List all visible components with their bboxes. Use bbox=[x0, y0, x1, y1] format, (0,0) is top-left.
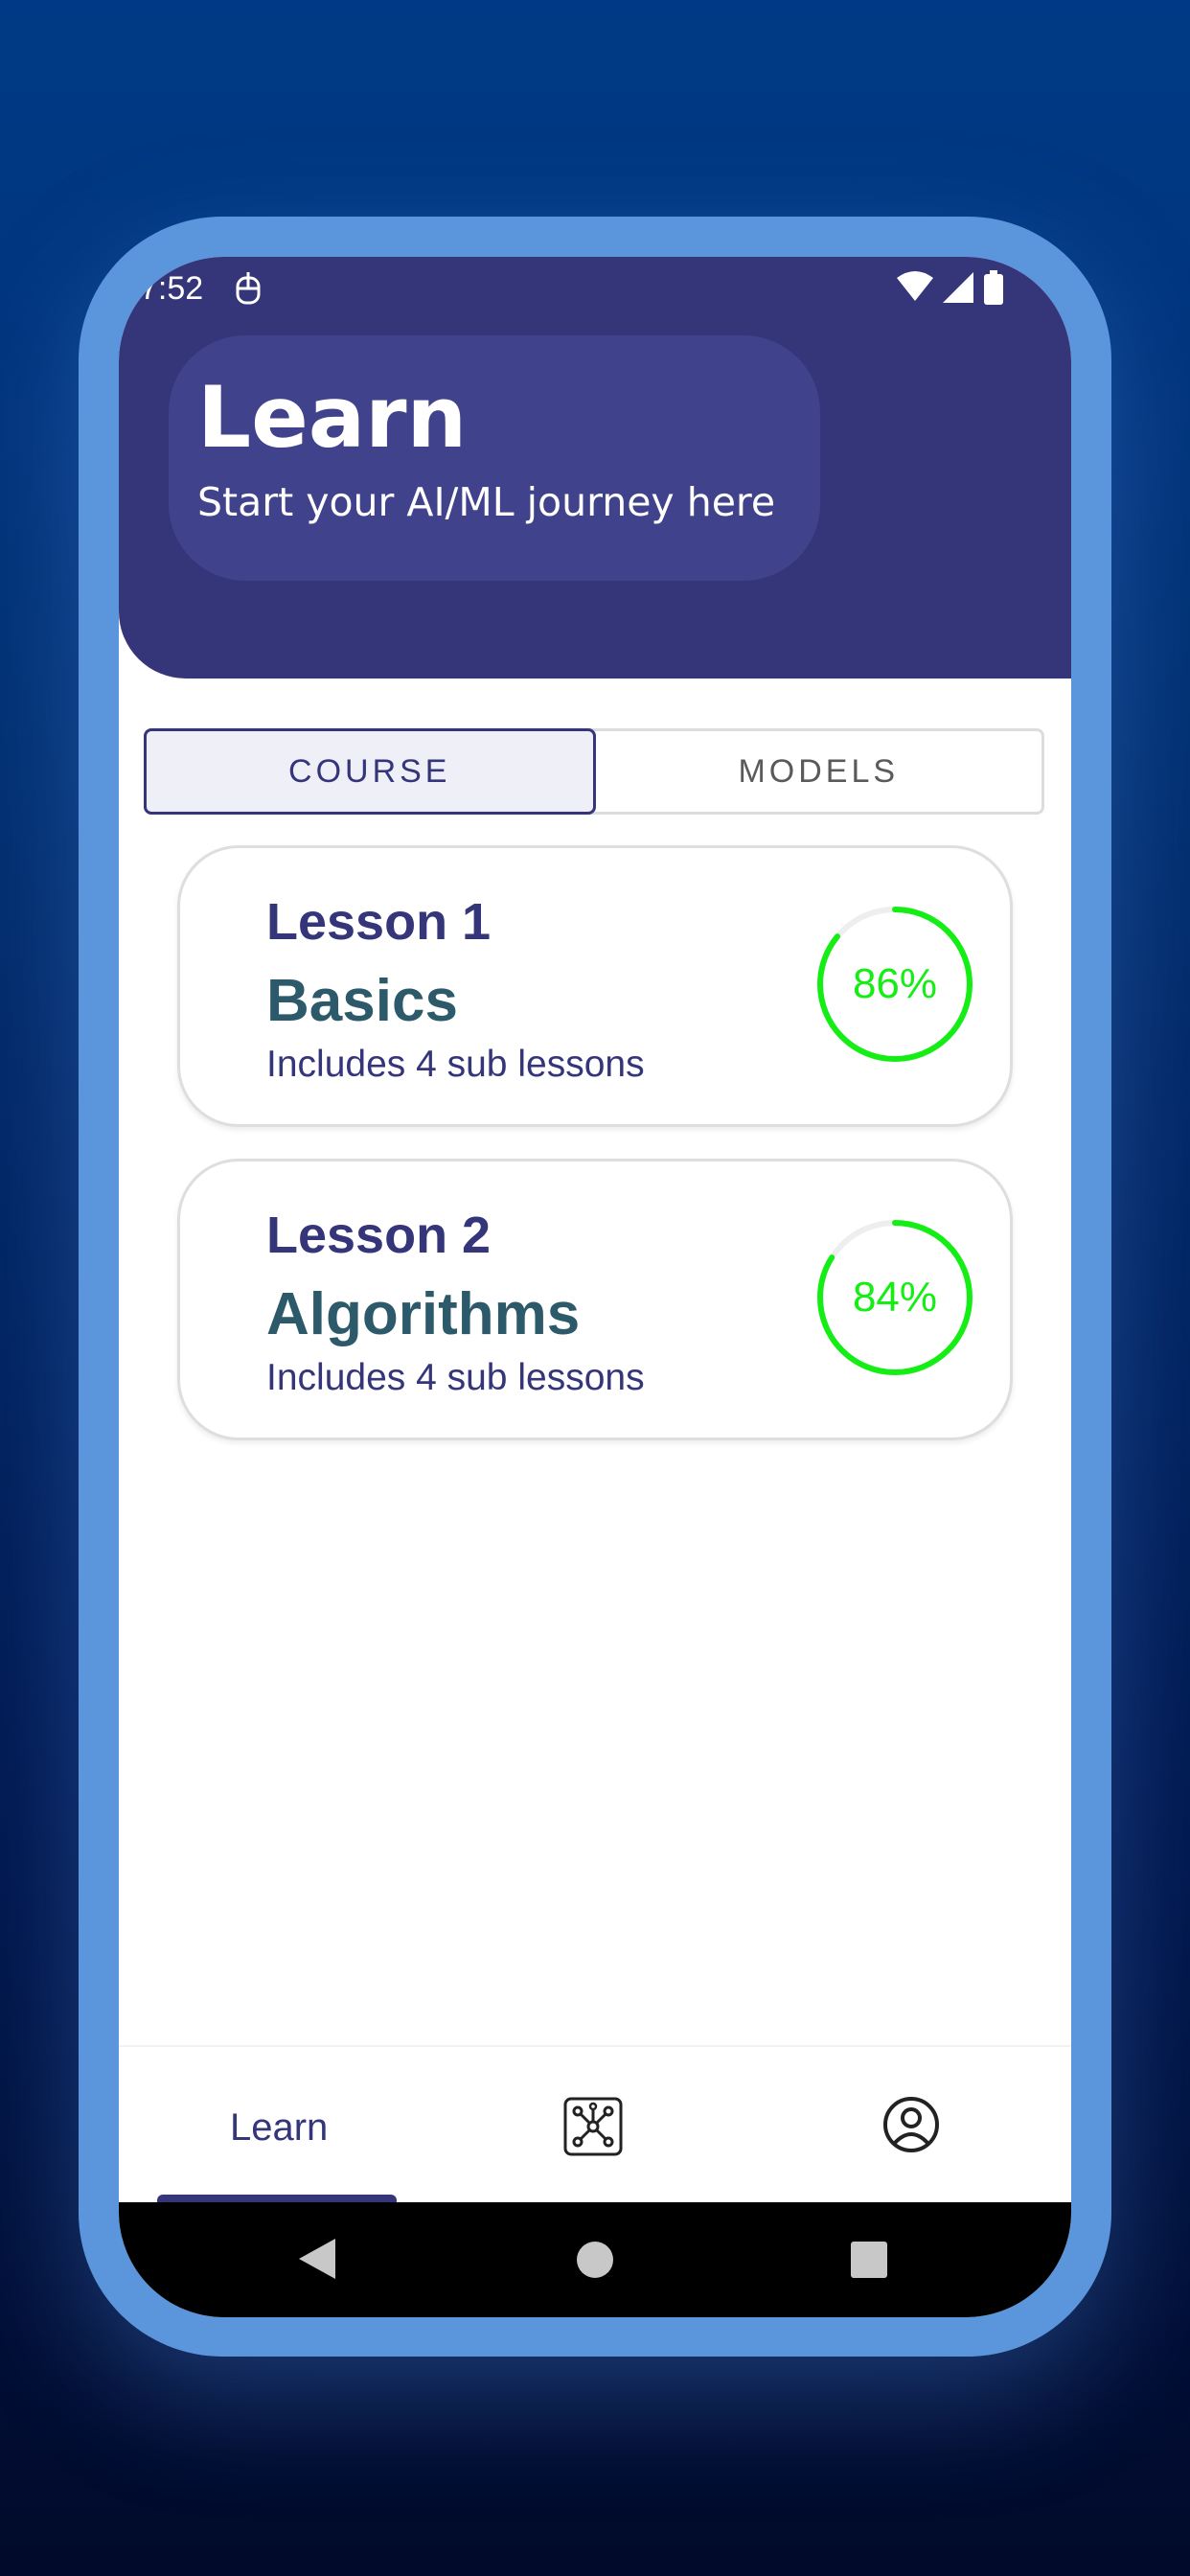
network-icon[interactable] bbox=[563, 2097, 623, 2160]
app-screen: 7:52 Learn Start your AI/ML journey here… bbox=[119, 257, 1071, 2317]
app-header: 7:52 Learn Start your AI/ML journey here bbox=[119, 257, 1071, 678]
lesson-title: Basics bbox=[266, 968, 458, 1034]
page-subtitle: Start your AI/ML journey here bbox=[197, 479, 776, 525]
status-time: 7:52 bbox=[140, 270, 204, 307]
lesson-progress-ring: 86% bbox=[812, 902, 977, 1067]
nav-learn[interactable]: Learn bbox=[230, 2106, 328, 2150]
tab-course[interactable]: COURSE bbox=[144, 728, 596, 815]
lesson-subtitle: Includes 4 sub lessons bbox=[266, 1044, 645, 1085]
status-bar: 7:52 bbox=[119, 257, 1071, 324]
lesson-title: Algorithms bbox=[266, 1281, 581, 1347]
cell-signal-icon bbox=[941, 270, 975, 309]
back-icon[interactable] bbox=[297, 2237, 337, 2285]
lesson-progress-ring: 84% bbox=[812, 1215, 977, 1380]
system-navigation-bar bbox=[119, 2202, 1071, 2317]
progress-percent: 86% bbox=[852, 960, 938, 1007]
page-title: Learn bbox=[197, 368, 468, 467]
lesson-subtitle: Includes 4 sub lessons bbox=[266, 1357, 645, 1398]
header-title-card: Learn Start your AI/ML journey here bbox=[169, 335, 820, 581]
progress-percent: 84% bbox=[852, 1274, 938, 1321]
bottom-navigation: Learn bbox=[119, 2045, 1071, 2206]
recents-icon[interactable] bbox=[850, 2241, 888, 2283]
lesson-card-1[interactable]: Lesson 1 Basics Includes 4 sub lessons 8… bbox=[177, 845, 1013, 1127]
lesson-card-2[interactable]: Lesson 2 Algorithms Includes 4 sub lesso… bbox=[177, 1159, 1013, 1440]
lesson-number: Lesson 1 bbox=[266, 893, 492, 951]
battery-icon bbox=[983, 270, 1004, 310]
keyboard-notification-icon bbox=[232, 270, 264, 312]
home-icon[interactable] bbox=[576, 2241, 614, 2283]
profile-icon[interactable] bbox=[881, 2095, 941, 2158]
wifi-icon bbox=[895, 270, 935, 309]
tab-bar: COURSE MODELS bbox=[144, 728, 1044, 815]
lesson-number: Lesson 2 bbox=[266, 1207, 492, 1264]
tab-models[interactable]: MODELS bbox=[596, 731, 1042, 812]
